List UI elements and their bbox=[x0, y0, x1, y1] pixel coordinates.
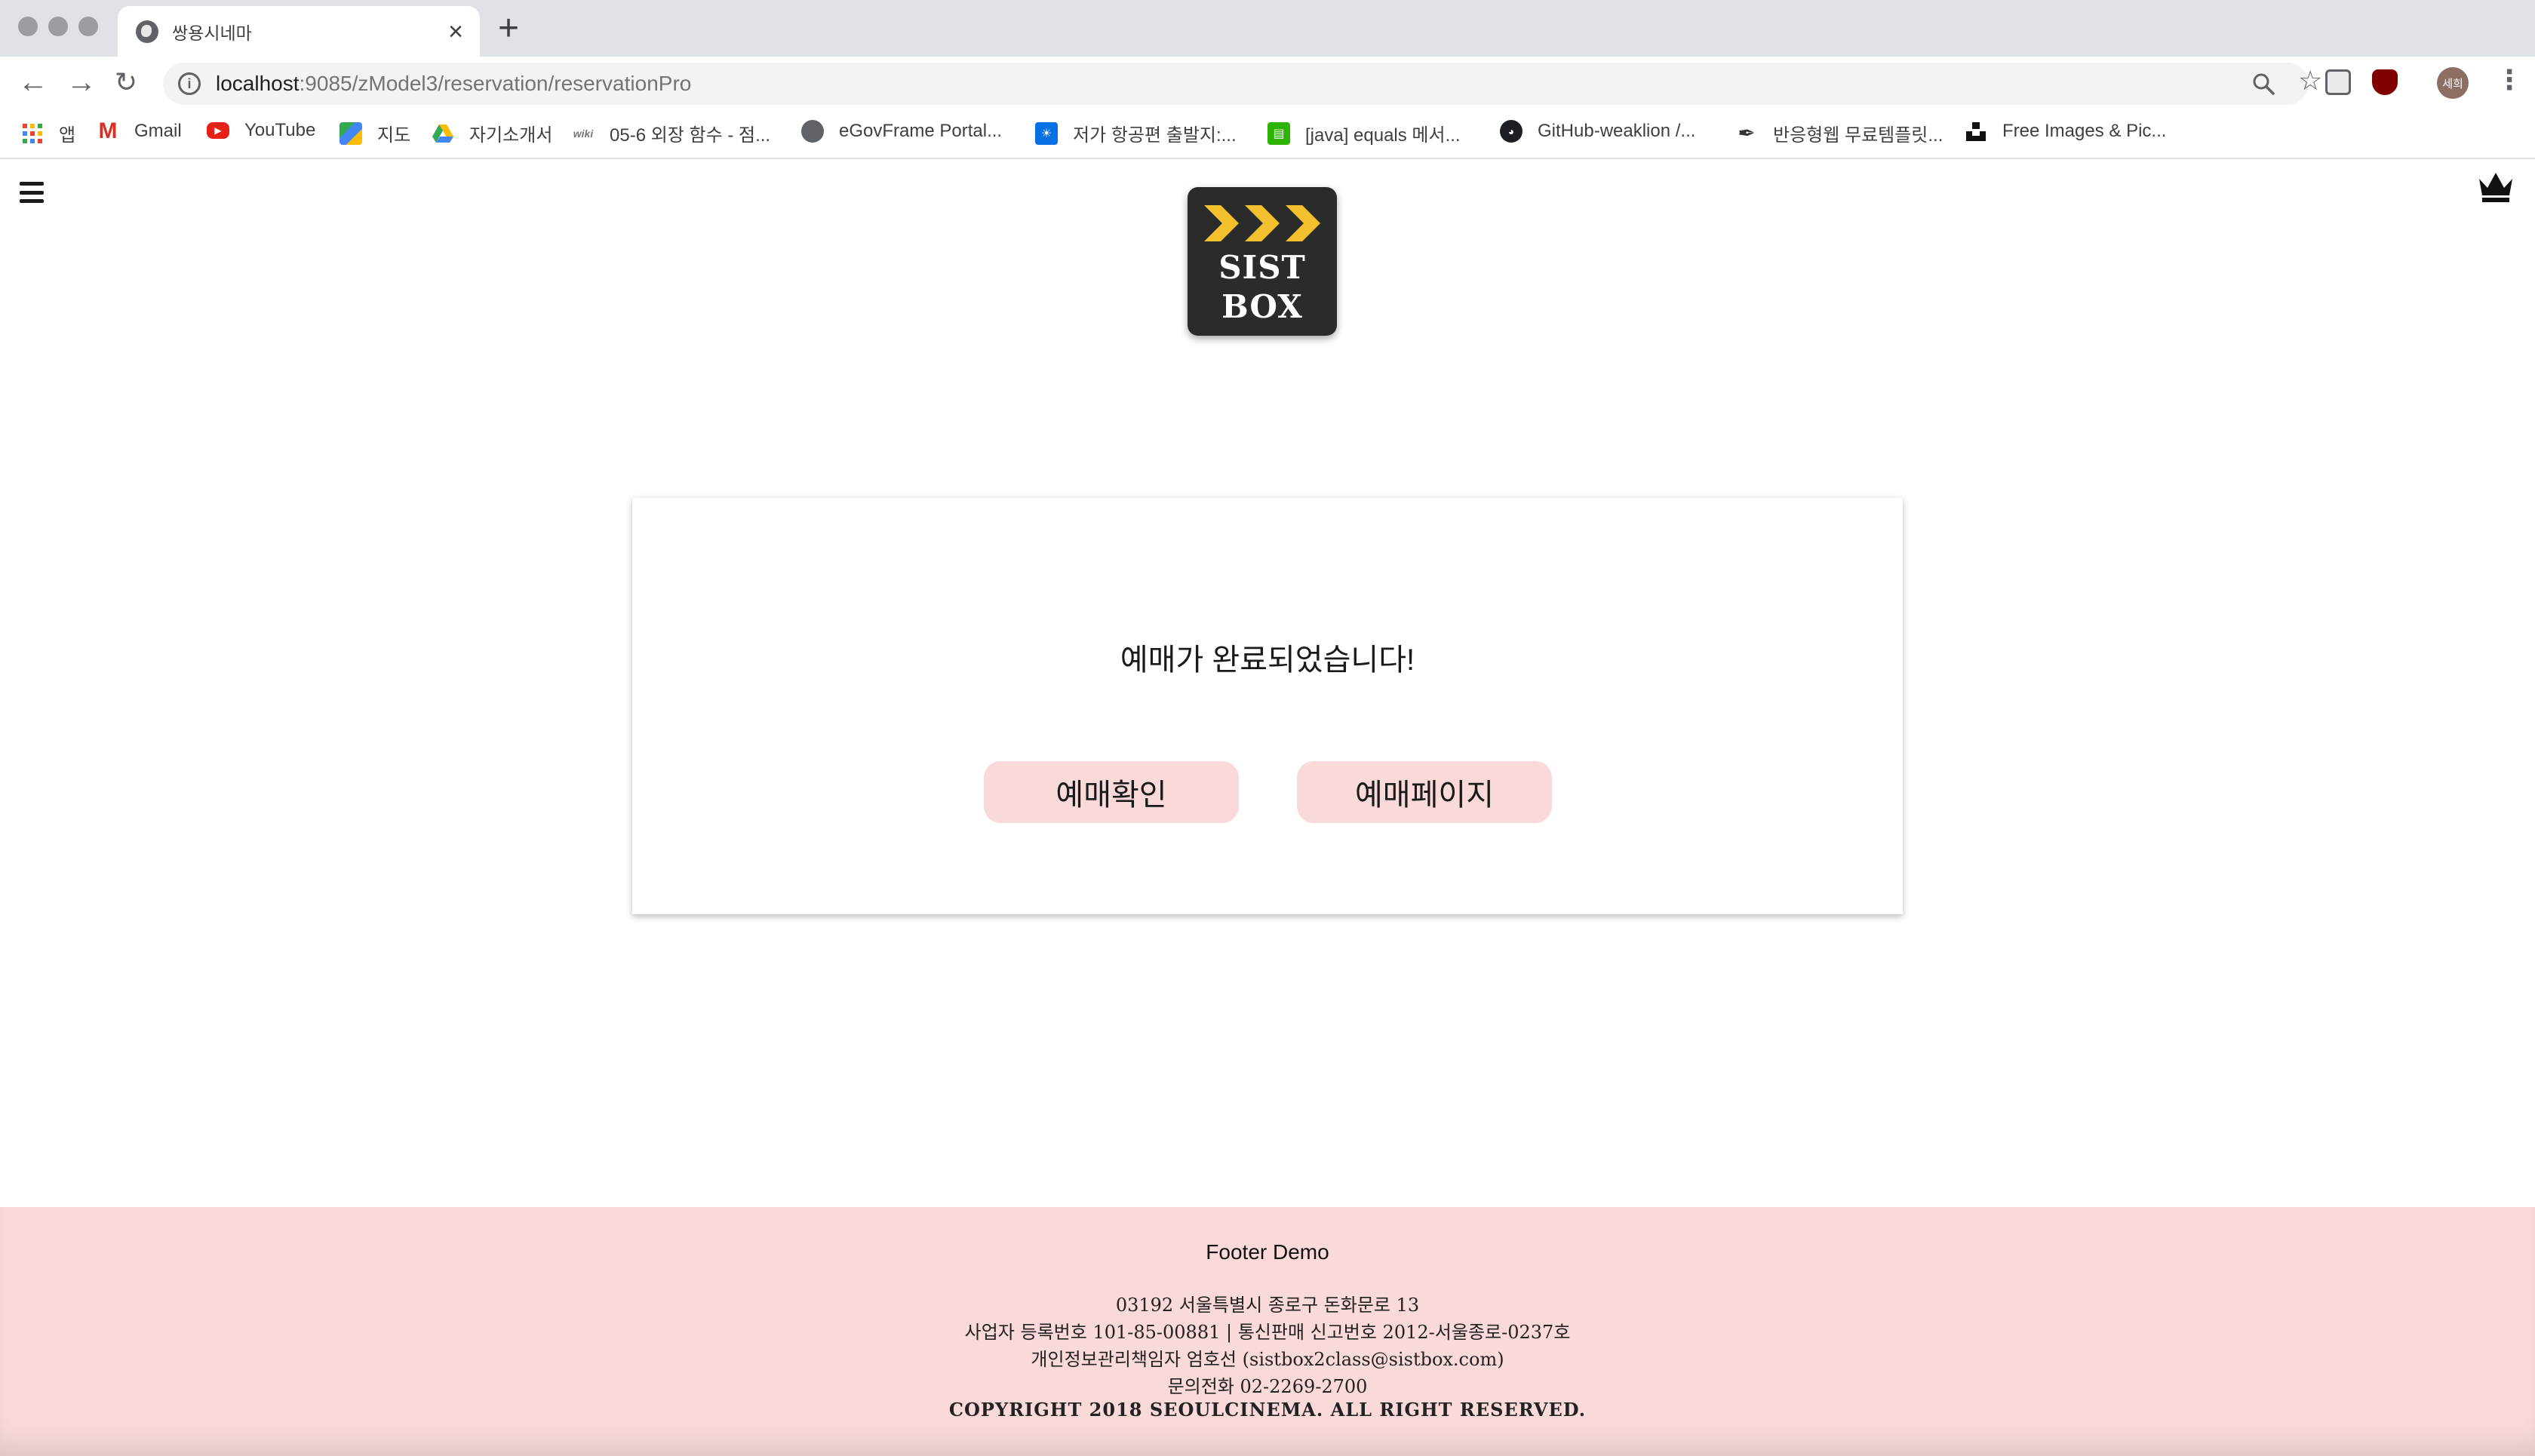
globe-icon bbox=[136, 20, 158, 43]
bookmark-github[interactable]: ◕ GitHub-weaklion /... bbox=[1500, 120, 1695, 143]
footer-registration: 사업자 등록번호 101-85-00881 | 통신판매 신고번호 2012-서… bbox=[964, 1322, 1571, 1343]
page-footer: Footer Demo 03192 서울특별시 종로구 돈화문로 13 사업자 … bbox=[0, 1207, 2535, 1456]
github-icon: ◕ bbox=[1500, 120, 1523, 143]
bookmark-label: Free Images & Pic... bbox=[2002, 121, 2167, 141]
reservation-page-button[interactable]: 예매페이지 bbox=[1297, 761, 1552, 823]
footer-copyright: COPYRIGHT 2018 SEOULCINEMA. ALL RIGHT RE… bbox=[948, 1399, 1587, 1421]
profile-avatar[interactable]: 세희 bbox=[2437, 67, 2469, 99]
crown-icon[interactable] bbox=[2476, 168, 2515, 203]
bookmark-unsplash[interactable]: Free Images & Pic... bbox=[1965, 120, 2166, 143]
footer-privacy-officer: 개인정보관리책임자 엄호선 (sistbox2class@sistbox.com… bbox=[1031, 1349, 1504, 1370]
bookmark-label: 저가 항공편 출발지:... bbox=[1073, 125, 1237, 146]
browser-toolbar: ← → ↻ i localhost:9085/zModel3/reservati… bbox=[0, 57, 2535, 109]
logo-text-line1: SIST bbox=[1218, 249, 1306, 286]
window-maximize-dot[interactable] bbox=[78, 17, 98, 36]
blog-icon: ▤ bbox=[1268, 121, 1290, 145]
bookmark-gmail[interactable]: M Gmail bbox=[97, 118, 182, 143]
youtube-icon: ▶ bbox=[207, 122, 229, 139]
bookmark-label: YouTube bbox=[244, 120, 316, 140]
logo-text-line2: BOX bbox=[1221, 288, 1303, 325]
hamburger-menu-icon[interactable] bbox=[20, 182, 44, 203]
bookmarks-bar: 앱 M Gmail ▶ YouTube 지도 자기소개서 wiki 05-6 외… bbox=[0, 109, 2535, 159]
url-host: localhost bbox=[216, 72, 300, 95]
bookmark-star-icon[interactable]: ☆ bbox=[2298, 67, 2322, 94]
footer-address: 03192 서울특별시 종로구 돈화문로 13 bbox=[1115, 1295, 1420, 1316]
close-tab-icon[interactable]: × bbox=[448, 19, 463, 45]
cast-extension-icon[interactable] bbox=[2325, 69, 2351, 95]
maps-icon bbox=[340, 121, 362, 145]
bookmark-apps[interactable]: 앱 bbox=[21, 120, 75, 146]
sistbox-logo[interactable]: SIST BOX bbox=[1188, 187, 1337, 336]
window-close-dot[interactable] bbox=[18, 17, 38, 36]
globe-icon bbox=[801, 120, 824, 143]
zoom-icon[interactable] bbox=[2251, 72, 2275, 96]
pen-nib-icon: ✒ bbox=[1738, 121, 1756, 145]
bookmark-label: eGovFrame Portal... bbox=[839, 121, 1003, 141]
bookmark-label: 지도 bbox=[377, 125, 411, 146]
google-drive-icon bbox=[432, 124, 453, 143]
footer-phone: 문의전화 02-2269-2700 bbox=[1167, 1376, 1368, 1397]
back-arrow-icon[interactable]: ← bbox=[18, 67, 48, 97]
tab-title: 쌍용시네마 bbox=[172, 23, 252, 43]
bookmark-label: 자기소개서 bbox=[469, 125, 553, 146]
reload-icon[interactable]: ↻ bbox=[115, 69, 137, 96]
unsplash-icon bbox=[1966, 122, 1986, 141]
new-tab-button[interactable]: + bbox=[498, 11, 519, 47]
wikidocs-icon: wiki bbox=[573, 127, 594, 140]
bookmark-label: 반응형웹 무료템플릿... bbox=[1773, 125, 1944, 146]
reservation-complete-card: 예매가 완료되었습니다! 예매확인 예매페이지 bbox=[632, 498, 1903, 914]
bookmark-wikidocs[interactable]: wiki 05-6 외장 함수 - 점... bbox=[572, 120, 770, 146]
bookmark-label: 앱 bbox=[59, 125, 76, 146]
skyscanner-icon: ☀ bbox=[1035, 121, 1058, 145]
window-minimize-dot[interactable] bbox=[48, 17, 68, 36]
bookmark-egovframe[interactable]: eGovFrame Portal... bbox=[801, 120, 1002, 143]
bookmark-youtube[interactable]: ▶ YouTube bbox=[207, 120, 315, 141]
browser-menu-icon[interactable]: ⋮ bbox=[2496, 66, 2523, 94]
apps-grid-icon bbox=[23, 123, 42, 143]
browser-tabstrip: 쌍용시네마 × + bbox=[0, 0, 2535, 57]
arrows-icon bbox=[1204, 205, 1320, 241]
bookmark-maps[interactable]: 지도 bbox=[340, 120, 410, 146]
ublock-shield-icon[interactable] bbox=[2372, 69, 2398, 95]
bookmark-label: 05-6 외장 함수 - 점... bbox=[610, 125, 771, 146]
bookmark-drive[interactable]: 자기소개서 bbox=[432, 120, 552, 146]
bookmark-label: Gmail bbox=[134, 121, 182, 141]
forward-arrow-icon[interactable]: → bbox=[66, 67, 97, 97]
bookmark-responsive-templates[interactable]: ✒ 반응형웹 무료템플릿... bbox=[1735, 120, 1943, 146]
bookmark-label: [java] equals 메서... bbox=[1305, 125, 1461, 146]
gmail-icon: M bbox=[97, 118, 119, 143]
reservation-confirm-button[interactable]: 예매확인 bbox=[984, 761, 1239, 823]
url-path: :9085/zModel3/reservation/reservationPro bbox=[299, 72, 692, 95]
footer-title: Footer Demo bbox=[1206, 1240, 1329, 1264]
completion-message: 예매가 완료되었습니다! bbox=[1120, 644, 1415, 677]
bookmark-label: GitHub-weaklion /... bbox=[1538, 121, 1696, 141]
address-bar[interactable]: i localhost:9085/zModel3/reservation/res… bbox=[163, 63, 2322, 105]
bookmark-skyscanner[interactable]: ☀ 저가 항공편 출발지:... bbox=[1035, 120, 1237, 146]
bookmark-java-equals[interactable]: ▤ [java] equals 메서... bbox=[1268, 120, 1461, 146]
site-info-icon[interactable]: i bbox=[178, 72, 201, 95]
browser-tab[interactable]: 쌍용시네마 × bbox=[118, 6, 480, 57]
